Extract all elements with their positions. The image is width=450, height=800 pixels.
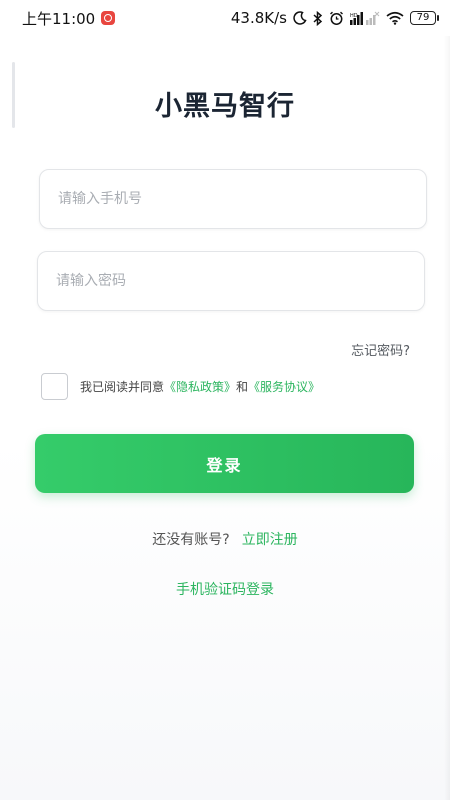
bluetooth-icon: [313, 10, 323, 26]
no-account-text: 还没有账号?: [152, 532, 230, 548]
app-title: 小黑马智行: [155, 91, 295, 122]
phone-field[interactable]: [39, 169, 427, 229]
status-time: 上午11:00: [22, 9, 96, 28]
privacy-policy-link[interactable]: 《隐私政策》: [164, 380, 236, 394]
agreement-prefix: 我已阅读并同意: [80, 380, 165, 394]
login-button[interactable]: 登录: [35, 434, 414, 493]
sms-login-link[interactable]: 手机验证码登录: [176, 582, 274, 598]
battery-level: 79: [416, 12, 430, 23]
status-bar: 上午11:00 43.8K/s HD 79: [0, 0, 450, 36]
register-link[interactable]: 立即注册: [242, 532, 298, 548]
agreement-and: 和: [236, 380, 249, 394]
edge-shadow: [444, 36, 450, 800]
alarm-icon: [329, 11, 344, 26]
battery-icon: 79: [410, 11, 439, 25]
password-field[interactable]: [37, 251, 425, 311]
wifi-icon: [386, 11, 404, 25]
network-speed: 43.8K/s: [230, 9, 287, 27]
agreement-row: 我已阅读并同意《隐私政策》和《服务协议》: [41, 373, 320, 400]
status-right: 43.8K/s HD 79: [230, 9, 439, 27]
agreement-text: 我已阅读并同意《隐私政策》和《服务协议》: [80, 378, 320, 395]
phone-input[interactable]: [40, 170, 426, 228]
app-notification-icon: [101, 11, 116, 25]
signal-icon: HD: [350, 11, 380, 25]
moon-icon: [293, 11, 307, 25]
forgot-password-link[interactable]: 忘记密码?: [351, 340, 410, 359]
service-agreement-link[interactable]: 《服务协议》: [248, 380, 320, 394]
agreement-checkbox[interactable]: [41, 373, 68, 400]
status-left: 上午11:00: [22, 8, 116, 29]
sms-login-row: 手机验证码登录: [0, 579, 450, 599]
password-input[interactable]: [38, 252, 424, 310]
login-screen: 上午11:00 43.8K/s HD 79 小黑马智行 请输入手机号 忘记密码?…: [0, 0, 450, 800]
register-row: 还没有账号? 立即注册: [0, 529, 450, 549]
